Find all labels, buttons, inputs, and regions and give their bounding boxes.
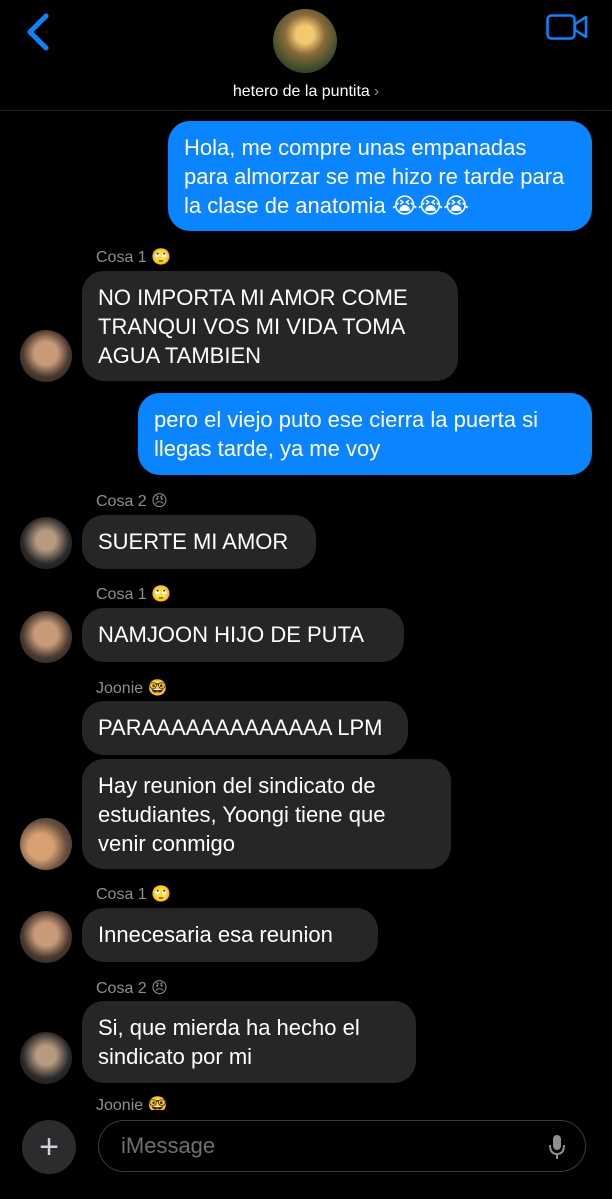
contact-avatar[interactable] xyxy=(273,9,337,73)
avatar[interactable] xyxy=(20,611,72,663)
incoming-message[interactable]: PARAAAAAAAAAAAAA LPM xyxy=(82,701,408,755)
sender-name: Cosa 1 🙄 xyxy=(96,249,172,266)
sender-name: Cosa 2 😠 xyxy=(96,493,168,510)
incoming-message[interactable]: Innecesaria esa reunion xyxy=(82,908,378,962)
message-input[interactable] xyxy=(119,1121,523,1171)
incoming-message[interactable]: Si, que mierda ha hecho el sindicato por… xyxy=(82,1001,416,1083)
message-input-field[interactable] xyxy=(98,1120,586,1172)
avatar[interactable] xyxy=(20,1032,72,1084)
incoming-message[interactable]: SUERTE MI AMOR xyxy=(82,515,316,569)
apps-plus-button[interactable]: + xyxy=(22,1120,76,1174)
sender-name: Joonie 🤓 xyxy=(96,1097,168,1110)
conversation-header: hetero de la puntita › xyxy=(0,0,612,111)
chevron-left-icon[interactable] xyxy=(22,12,54,52)
plus-icon: + xyxy=(39,1128,59,1166)
sender-name: Cosa 1 🙄 xyxy=(96,886,172,903)
contact-name: hetero de la puntita xyxy=(232,83,370,100)
avatar[interactable] xyxy=(20,911,72,963)
video-camera-icon[interactable] xyxy=(546,14,588,40)
sender-name: Cosa 2 😠 xyxy=(96,980,168,997)
chevron-right-icon: › xyxy=(373,83,380,100)
incoming-message[interactable]: NO IMPORTA MI AMOR COME TRANQUI VOS MI V… xyxy=(82,271,458,381)
outgoing-message[interactable]: Hola, me compre unas empanadas para almo… xyxy=(168,121,592,231)
sender-name: Cosa 1 🙄 xyxy=(96,586,172,603)
microphone-icon[interactable] xyxy=(547,1133,567,1161)
contact-name-button[interactable]: hetero de la puntita › xyxy=(0,83,612,101)
avatar[interactable] xyxy=(20,330,72,382)
avatar[interactable] xyxy=(20,517,72,569)
sender-name: Joonie 🤓 xyxy=(96,680,168,697)
incoming-message[interactable]: Hay reunion del sindicato de estudiantes… xyxy=(82,759,451,869)
avatar[interactable] xyxy=(20,818,72,870)
incoming-message[interactable]: NAMJOON HIJO DE PUTA xyxy=(82,608,404,662)
outgoing-message[interactable]: pero el viejo puto ese cierra la puerta … xyxy=(138,393,592,475)
